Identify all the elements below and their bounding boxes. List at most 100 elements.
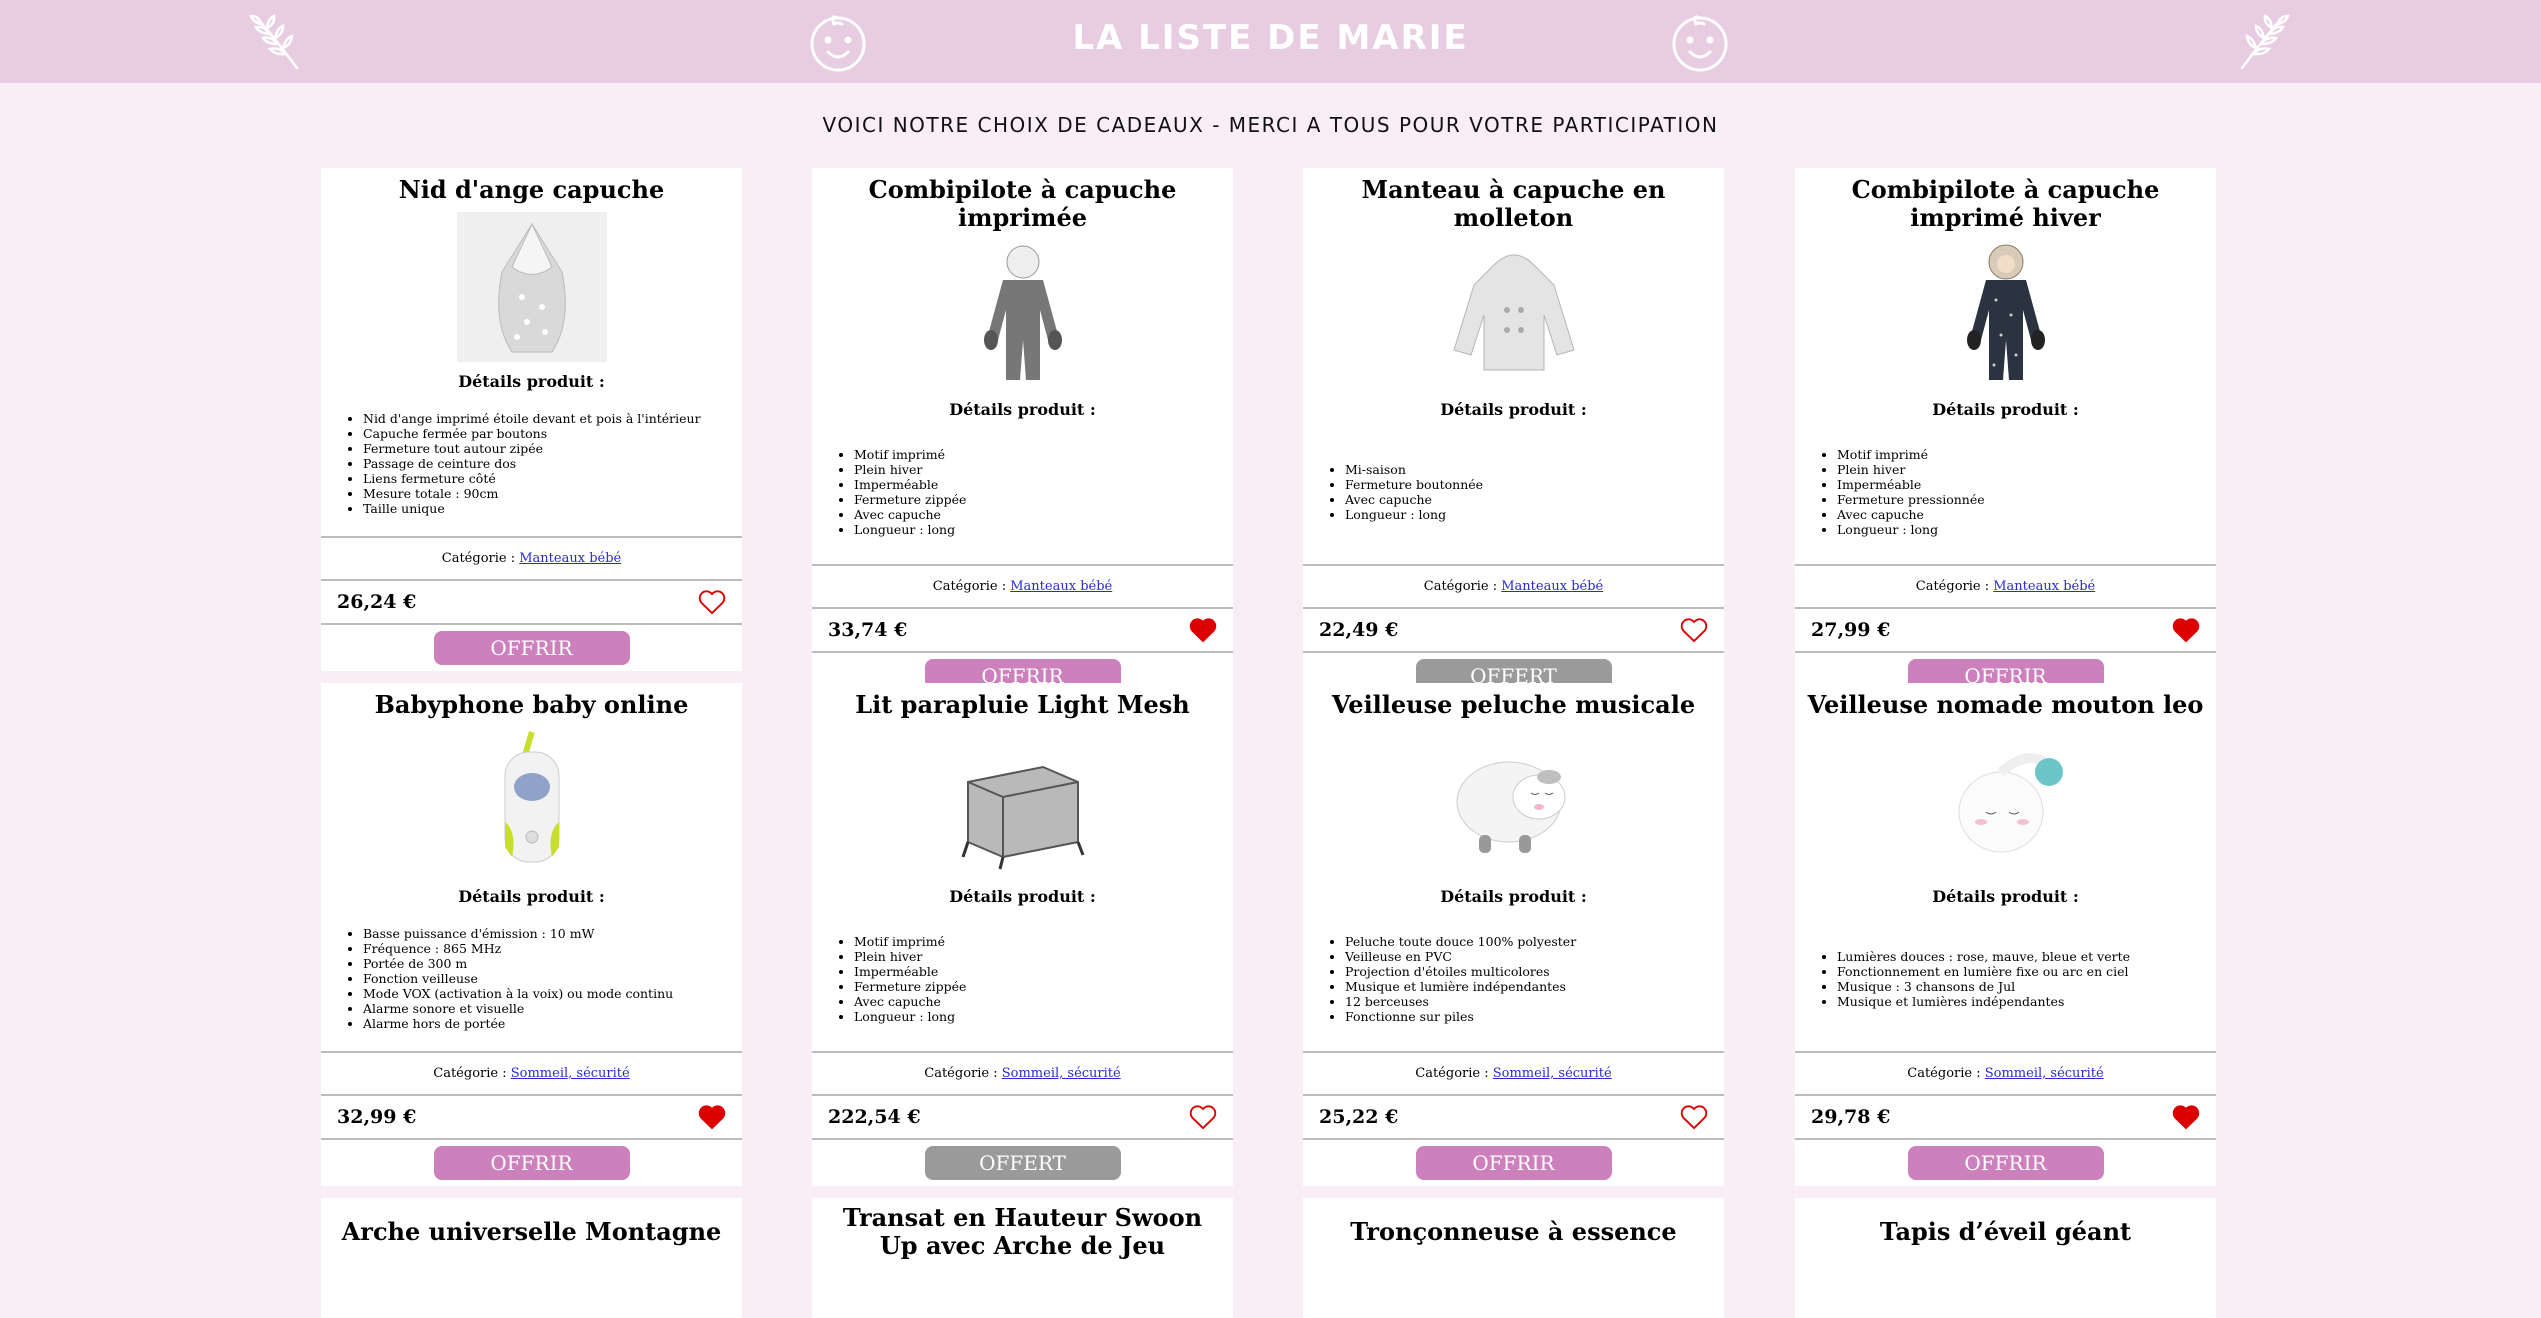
detail-item: Fermeture boutonnée [1345, 477, 1483, 492]
detail-item: Avec capuche [854, 507, 966, 522]
offrir-button[interactable]: OFFRIR [433, 631, 630, 665]
details-list: Peluche toute douce 100% polyesterVeille… [1303, 906, 1724, 1051]
offrir-button[interactable]: OFFRIR [1907, 1146, 2104, 1180]
category-link[interactable]: Manteaux bébé [1993, 579, 2095, 594]
header: LA LISTE DE MARIE [0, 0, 2541, 83]
category-label: Catégorie : [1423, 579, 1502, 594]
detail-item: Fermeture zippée [854, 979, 966, 994]
category-line: Catégorie : Manteaux bébé [1795, 566, 2216, 607]
details-list: Mi-saisonFermeture boutonnéeAvec capuche… [1303, 419, 1724, 564]
category-line: Catégorie : Manteaux bébé [1303, 566, 1724, 607]
price: 27,99 € [1811, 619, 1891, 641]
category-label: Catégorie : [441, 551, 520, 566]
detail-item: Imperméable [854, 964, 966, 979]
category-link[interactable]: Sommeil, sécurité [1985, 1066, 2104, 1081]
price-row: 33,74 € [812, 609, 1233, 651]
detail-item: Taille unique [363, 501, 701, 516]
detail-item: Projection d'étoiles multicolores [1345, 964, 1576, 979]
detail-item: Longueur : long [1345, 507, 1483, 522]
heart-filled-icon[interactable] [2172, 1104, 2200, 1130]
category-label: Catégorie : [433, 1066, 511, 1081]
detail-item: Fermeture zippée [854, 492, 966, 507]
category-link[interactable]: Sommeil, sécurité [511, 1066, 630, 1081]
detail-item: Plein hiver [1837, 462, 1985, 477]
price: 29,78 € [1811, 1106, 1891, 1128]
details-list: Lumières douces : rose, mauve, bleue et … [1795, 906, 2216, 1051]
detail-item: Veilleuse en PVC [1345, 949, 1576, 964]
heart-filled-icon[interactable] [2172, 617, 2200, 643]
product-title: Combipilote à capuche imprimée [868, 175, 1177, 232]
detail-item: Fréquence : 865 MHz [363, 941, 673, 956]
details-heading: Détails produit : [949, 400, 1096, 419]
detail-item: Portée de 300 m [363, 956, 673, 971]
details-heading: Détails produit : [1440, 400, 1587, 419]
product-card: Veilleuse peluche musicale Détails produi… [1303, 683, 1724, 1186]
babyphone-image [457, 727, 607, 877]
price-row: 25,22 € [1303, 1096, 1724, 1138]
category-link[interactable]: Sommeil, sécurité [1002, 1066, 1121, 1081]
category-line: Catégorie : Manteaux bébé [812, 566, 1233, 607]
price-row: 32,99 € [321, 1096, 742, 1138]
detail-item: 12 berceuses [1345, 994, 1576, 1009]
sheep-nightlight-image [1439, 727, 1589, 877]
product-title: Veilleuse peluche musicale [1331, 690, 1696, 719]
detail-item: Avec capuche [854, 994, 966, 1009]
product-title: Tronçonneuse à essence [1350, 1217, 1677, 1246]
detail-item: Peluche toute douce 100% polyester [1345, 934, 1576, 949]
product-title: Babyphone baby online [374, 690, 689, 719]
category-link[interactable]: Sommeil, sécurité [1493, 1066, 1612, 1081]
category-label: Catégorie : [932, 579, 1011, 594]
detail-item: Plein hiver [854, 462, 966, 477]
detail-item: Imperméable [854, 477, 966, 492]
product-title: Transat en Hauteur Swoon Up avec Arche d… [842, 1203, 1203, 1260]
product-card: Transat en Hauteur Swoon Up avec Arche d… [812, 1198, 1233, 1318]
navy-snowsuit-image [1931, 240, 2081, 390]
category-label: Catégorie : [924, 1066, 1002, 1081]
heart-filled-icon[interactable] [1189, 617, 1217, 643]
price-row: 26,24 € [321, 581, 742, 623]
baby-face-icon [1672, 15, 1728, 72]
detail-item: Capuche fermée par boutons [363, 426, 701, 441]
product-card: Manteau à capuche en molleton Détails pro… [1303, 168, 1724, 699]
offert-button[interactable]: OFFERT [924, 1146, 1121, 1180]
detail-item: Nid d'ange imprimé étoile devant et pois… [363, 411, 701, 426]
button-row: OFFERT [812, 1140, 1233, 1186]
detail-item: Musique : 3 chansons de Jul [1837, 979, 2130, 994]
category-label: Catégorie : [1907, 1066, 1985, 1081]
detail-item: Mi-saison [1345, 462, 1483, 477]
page-subtitle: VOICI NOTRE CHOIX DE CADEAUX - MERCI A T… [822, 113, 1719, 137]
detail-item: Alarme sonore et visuelle [363, 1001, 673, 1016]
category-link[interactable]: Manteaux bébé [1501, 579, 1603, 594]
product-title: Manteau à capuche en molleton [1361, 175, 1666, 232]
product-title: Arche universelle Montagne [341, 1217, 722, 1246]
category-line: Catégorie : Manteaux bébé [321, 538, 742, 579]
heart-outline-icon[interactable] [1680, 617, 1708, 643]
details-list: Motif impriméPlein hiverImperméableFerme… [812, 906, 1233, 1051]
details-heading: Détails produit : [1932, 400, 2079, 419]
detail-item: Longueur : long [1837, 522, 1985, 537]
offrir-button[interactable]: OFFRIR [433, 1146, 630, 1180]
detail-item: Mode VOX (activation à la voix) ou mode … [363, 986, 673, 1001]
product-card: Babyphone baby onlineDétails produit :Ba… [321, 683, 742, 1186]
price-row: 27,99 € [1795, 609, 2216, 651]
details-list: Basse puissance d'émission : 10 mWFréque… [321, 906, 742, 1051]
heart-outline-icon[interactable] [1189, 1104, 1217, 1130]
detail-item: Liens fermeture côté [363, 471, 701, 486]
product-card: Combipilote à capuche imprimée Détails pr… [812, 168, 1233, 699]
price: 32,99 € [337, 1106, 417, 1128]
heart-outline-icon[interactable] [1680, 1104, 1708, 1130]
category-link[interactable]: Manteaux bébé [519, 551, 621, 566]
offrir-button[interactable]: OFFRIR [1415, 1146, 1612, 1180]
category-link[interactable]: Manteaux bébé [1010, 579, 1112, 594]
heart-filled-icon[interactable] [698, 1104, 726, 1130]
grey-snowsuit-image [948, 240, 1098, 390]
detail-item: Plein hiver [854, 949, 966, 964]
heart-outline-icon[interactable] [698, 589, 726, 615]
button-row: OFFRIR [321, 625, 742, 671]
category-line: Catégorie : Sommeil, sécurité [321, 1053, 742, 1094]
product-card: Nid d'ange capuche Détails produit : Nid d… [321, 168, 742, 671]
detail-item: Musique et lumière indépendantes [1345, 979, 1576, 994]
product-card: Combipilote à capuche imprimé hiver Détai… [1795, 168, 2216, 699]
product-card: Lit parapluie Light Mesh Détails produit … [812, 683, 1233, 1186]
product-card: Veilleuse nomade mouton leo Détails produ… [1795, 683, 2216, 1186]
